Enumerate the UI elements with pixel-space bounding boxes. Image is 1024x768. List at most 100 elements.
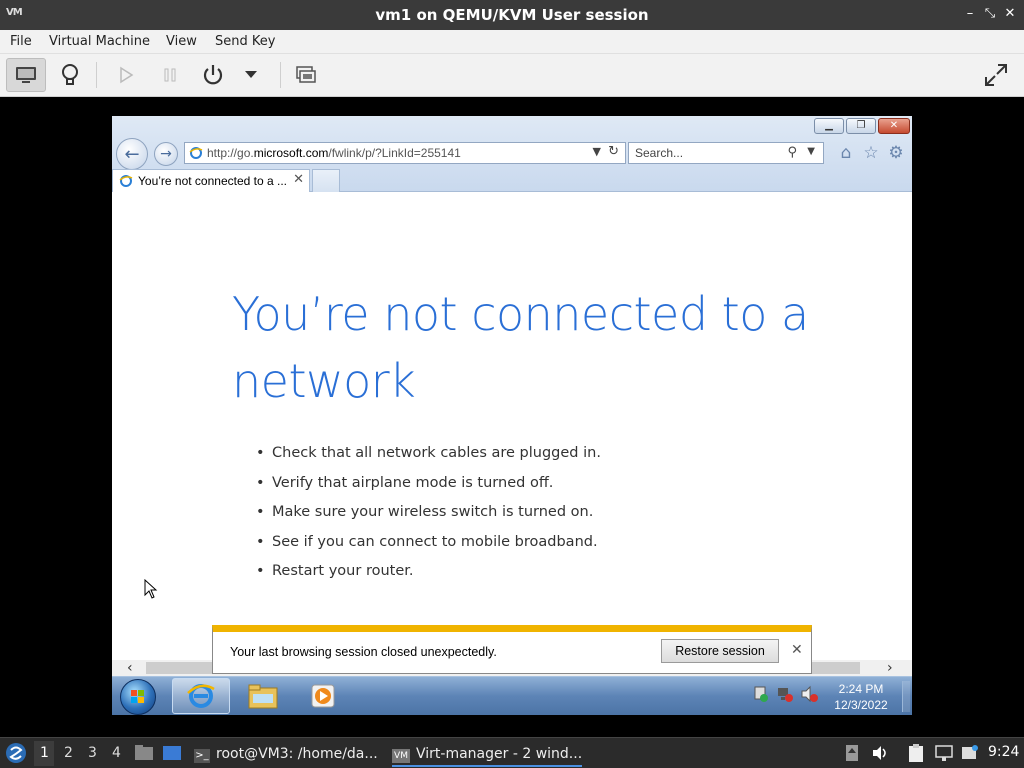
- show-desktop-button[interactable]: [902, 681, 910, 712]
- address-bar[interactable]: http://go.microsoft.com/fwlink/p/?LinkId…: [184, 142, 626, 164]
- shutdown-button[interactable]: [193, 58, 233, 92]
- windows-date: 12/3/2022: [834, 698, 888, 712]
- page-content: You’re not connected to a network Check …: [112, 193, 912, 707]
- error-title: You’re not connected to a network: [232, 287, 809, 408]
- upload-icon[interactable]: [845, 744, 859, 762]
- notification-close-icon[interactable]: ✕: [791, 642, 803, 658]
- console-view-button[interactable]: [6, 58, 46, 92]
- scroll-right-icon[interactable]: ›: [887, 660, 893, 676]
- ie-tab-icon: [119, 175, 133, 187]
- close-icon[interactable]: ✕: [1002, 6, 1018, 22]
- restore-session-button[interactable]: Restore session: [661, 639, 779, 663]
- mouse-cursor-icon: [144, 579, 158, 599]
- workspace-1[interactable]: 1: [40, 745, 49, 761]
- task-virt-manager[interactable]: VM Virt-manager - 2 wind...: [392, 741, 583, 767]
- host-clock[interactable]: 9:24: [988, 744, 1019, 760]
- notification-bar: Your last browsing session closed unexpe…: [212, 625, 812, 674]
- notification-message: Your last browsing session closed unexpe…: [230, 645, 497, 659]
- terminal-icon: >_: [194, 749, 210, 763]
- internet-explorer-icon: [187, 684, 215, 708]
- back-arrow-icon: ←: [124, 143, 140, 165]
- pause-icon: [164, 68, 176, 82]
- notifications-icon[interactable]: [961, 744, 979, 762]
- snapshots-button[interactable]: [286, 58, 326, 92]
- virt-manager-icon: VM: [392, 749, 410, 763]
- windows-clock[interactable]: 2:24 PM 12/3/2022: [824, 681, 898, 713]
- new-tab-button[interactable]: [312, 169, 340, 192]
- volume-icon[interactable]: [871, 744, 889, 762]
- forward-arrow-icon: →: [160, 146, 172, 162]
- shutdown-menu-button[interactable]: [232, 58, 270, 92]
- snapshot-icon: [296, 66, 316, 83]
- show-desktop-icon[interactable]: [162, 744, 182, 762]
- network-icon[interactable]: [934, 744, 954, 762]
- task-virt-manager-label: Virt-manager - 2 wind...: [416, 746, 583, 762]
- toolbar: [0, 54, 1024, 97]
- taskbar-ie-button[interactable]: [172, 678, 230, 714]
- host-taskbar: 1 2 3 4 >_ root@VM3: /home/da... VM Virt-m…: [0, 737, 1024, 768]
- details-view-button[interactable]: [50, 58, 90, 92]
- task-terminal-label: root@VM3: /home/da...: [216, 746, 378, 762]
- menu-file[interactable]: File: [10, 34, 32, 49]
- menu-send-key[interactable]: Send Key: [215, 34, 275, 49]
- search-box[interactable]: Search... ⚲ ▼: [628, 142, 824, 164]
- search-icon[interactable]: ⚲: [787, 145, 797, 160]
- app-menu-icon[interactable]: [5, 742, 27, 764]
- workspace-4[interactable]: 4: [112, 745, 121, 761]
- back-button[interactable]: ←: [116, 138, 148, 170]
- tab-close-icon[interactable]: ✕: [293, 172, 304, 187]
- workspace-2[interactable]: 2: [64, 745, 73, 761]
- taskbar-explorer-button[interactable]: [234, 678, 292, 714]
- window-title: vm1 on QEMU/KVM User session: [375, 6, 649, 24]
- play-icon: [120, 66, 134, 84]
- troubleshooting-list: Check that all network cables are plugge…: [256, 439, 601, 587]
- search-placeholder: Search...: [635, 146, 684, 160]
- tip-item: Restart your router.: [256, 557, 601, 587]
- tools-gear-icon[interactable]: ⚙: [886, 143, 906, 163]
- volume-muted-icon[interactable]: [800, 685, 818, 703]
- forward-button[interactable]: →: [154, 142, 178, 166]
- ie-chrome: ▁ ❐ ✕ ← → http://go.microsoft.com/fwlink…: [112, 116, 912, 192]
- task-terminal[interactable]: >_ root@VM3: /home/da...: [194, 741, 378, 767]
- address-dropdown-icon[interactable]: ▼: [593, 145, 601, 158]
- tip-item: Make sure your wireless switch is turned…: [256, 498, 601, 528]
- network-error-icon[interactable]: [776, 685, 794, 703]
- taskbar-media-player-button[interactable]: [294, 678, 352, 714]
- windows-time: 2:24 PM: [838, 682, 884, 696]
- windows-taskbar: 2:24 PM 12/3/2022: [112, 676, 912, 715]
- run-button[interactable]: [106, 58, 146, 92]
- tab-label: You’re not connected to a ...: [138, 174, 287, 188]
- maximize-icon[interactable]: ⤡: [982, 6, 998, 22]
- ie-close-icon[interactable]: ✕: [878, 118, 910, 134]
- pause-button[interactable]: [150, 58, 190, 92]
- guest-screen[interactable]: ▁ ❐ ✕ ← → http://go.microsoft.com/fwlink…: [112, 116, 912, 715]
- ie-restore-icon[interactable]: ❐: [846, 118, 876, 134]
- favorites-star-icon[interactable]: ☆: [861, 143, 881, 163]
- menu-view[interactable]: View: [166, 34, 197, 49]
- fullscreen-button[interactable]: [976, 58, 1016, 92]
- home-icon[interactable]: ⌂: [836, 143, 856, 163]
- tip-item: Verify that airplane mode is turned off.: [256, 469, 601, 499]
- media-player-icon: [311, 684, 335, 708]
- lightbulb-icon: [62, 64, 78, 85]
- browser-tab[interactable]: You’re not connected to a ... ✕: [112, 169, 310, 192]
- power-icon: [203, 65, 223, 85]
- address-url: http://go.microsoft.com/fwlink/p/?LinkId…: [207, 146, 461, 160]
- scroll-left-icon[interactable]: ‹: [127, 660, 133, 676]
- file-manager-icon[interactable]: [134, 744, 154, 762]
- windows-logo-icon: [131, 690, 144, 703]
- monitor-icon: [16, 67, 36, 83]
- workspace-3[interactable]: 3: [88, 745, 97, 761]
- menu-virtual-machine[interactable]: Virtual Machine: [49, 34, 150, 49]
- minimize-icon[interactable]: –: [962, 6, 978, 22]
- ie-minimize-icon[interactable]: ▁: [814, 118, 844, 134]
- folder-icon: [248, 684, 278, 709]
- clipboard-icon[interactable]: [908, 743, 924, 763]
- search-dropdown-icon[interactable]: ▼: [807, 146, 815, 157]
- refresh-icon[interactable]: ↻: [608, 144, 619, 159]
- ie-page-icon: [189, 147, 203, 159]
- tip-item: Check that all network cables are plugge…: [256, 439, 601, 469]
- start-button[interactable]: [120, 679, 156, 715]
- tip-item: See if you can connect to mobile broadba…: [256, 528, 601, 558]
- action-center-icon[interactable]: [752, 685, 770, 703]
